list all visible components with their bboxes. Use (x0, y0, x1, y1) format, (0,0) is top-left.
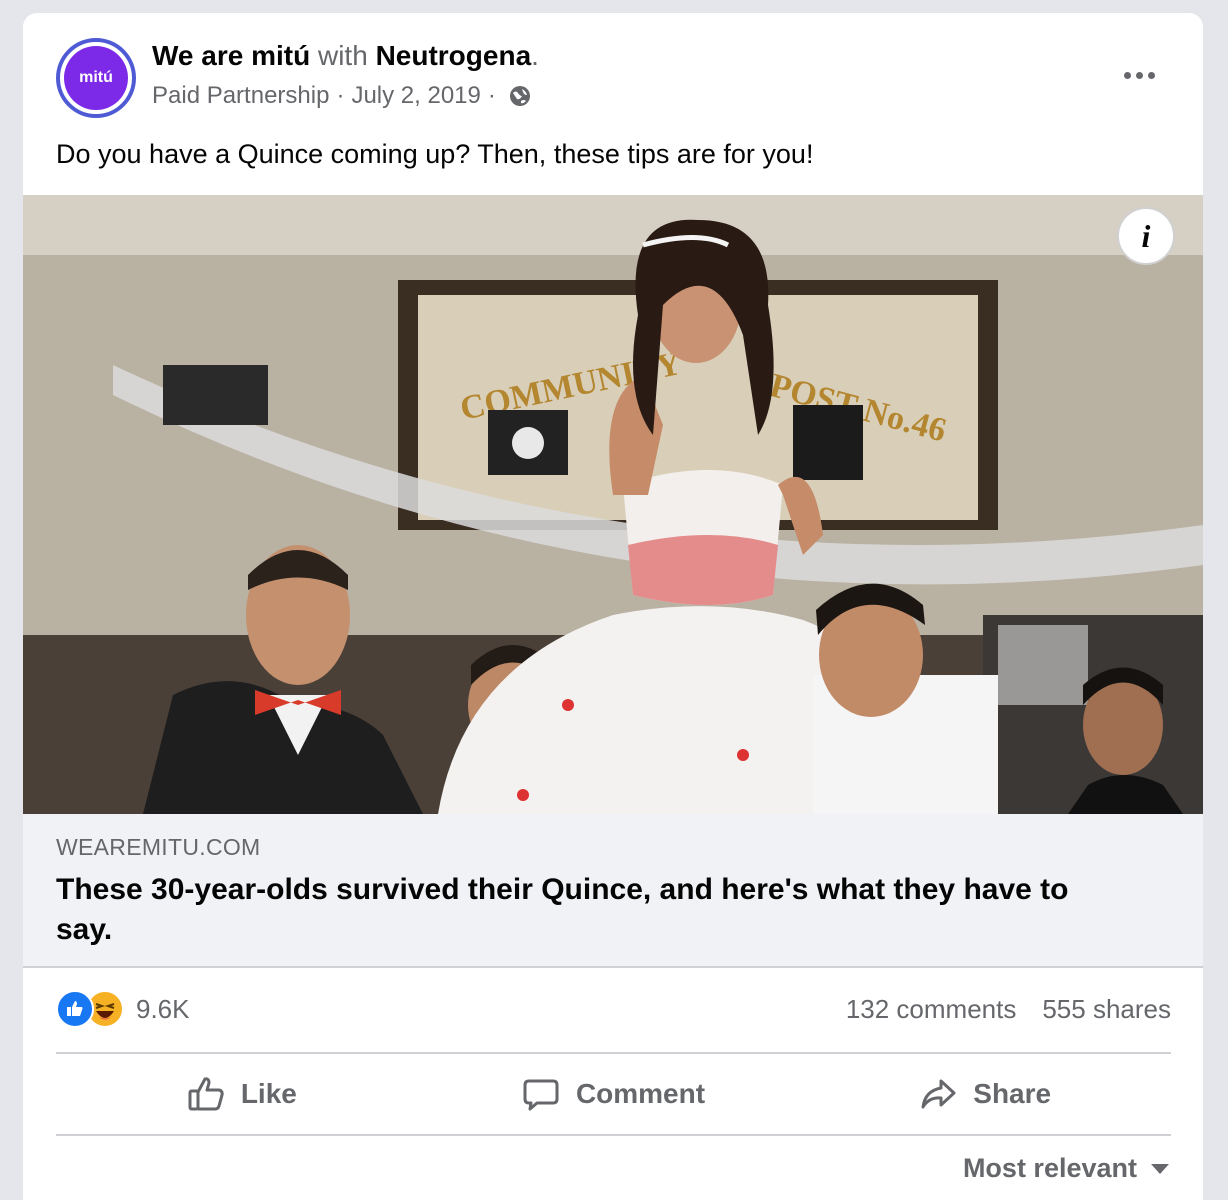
header-period: . (531, 40, 539, 71)
post-card: mitú We are mitú with Neutrogena. Paid P… (23, 13, 1203, 1200)
engagement-stats: 9.6K 132 comments 555 shares (56, 990, 1171, 1034)
quinceanera-photo: COMMUNITY POST No.46 (23, 195, 1203, 814)
like-label: Like (240, 1078, 297, 1109)
comment-sort-dropdown[interactable]: Most relevant (963, 1153, 1169, 1184)
shares-count[interactable]: 555 shares (1042, 994, 1171, 1025)
reaction-count: 9.6K (136, 993, 190, 1024)
post-photo[interactable]: COMMUNITY POST No.46 i (23, 195, 1203, 814)
meta-separator: · (336, 82, 345, 109)
comment-button[interactable]: Comment (428, 1054, 800, 1134)
comment-label: Comment (575, 1078, 706, 1109)
sort-label: Most relevant (962, 1153, 1137, 1183)
post-actions: Like Comment Share (56, 1054, 1171, 1134)
author-name[interactable]: We are mitú (152, 40, 310, 71)
link-preview[interactable]: WEAREMITU.COM These 30-year-olds survive… (23, 814, 1203, 968)
info-button[interactable]: i (1117, 207, 1175, 265)
like-button[interactable]: Like (56, 1054, 428, 1134)
globe-icon (509, 86, 530, 106)
post-text: Do you have a Quince coming up? Then, th… (56, 139, 814, 169)
dot (1147, 71, 1155, 79)
comment-share-counts: 132 comments 555 shares (846, 994, 1171, 1025)
dot (1123, 71, 1131, 79)
post-meta: Paid Partnership · July 2, 2019 · (152, 80, 532, 112)
share-label: Share (973, 1078, 1052, 1109)
partner-name[interactable]: Neutrogena (376, 40, 532, 71)
paid-partnership-label[interactable]: Paid Partnership (152, 80, 329, 112)
share-button[interactable]: Share (799, 1054, 1171, 1134)
post-date[interactable]: July 2, 2019 (351, 80, 480, 112)
avatar-logo: mitú (64, 46, 128, 110)
divider (56, 1134, 1171, 1136)
thumbs-up-outline-icon (188, 1077, 224, 1111)
comment-bubble-icon (523, 1079, 559, 1111)
post-header: We are mitú with Neutrogena. (152, 39, 539, 73)
comments-count[interactable]: 132 comments (846, 994, 1017, 1025)
link-title[interactable]: These 30-year-olds survived their Quince… (56, 870, 1116, 950)
link-domain: WEAREMITU.COM (56, 834, 261, 860)
dot (1135, 71, 1143, 79)
with-label: with (317, 40, 368, 71)
share-arrow-icon (921, 1079, 956, 1109)
like-reaction-icon (56, 990, 94, 1028)
meta-separator: · (487, 82, 496, 109)
reactions-summary[interactable]: 9.6K (56, 990, 190, 1028)
caret-down-icon (1151, 1163, 1169, 1174)
more-options-button[interactable] (1117, 61, 1161, 89)
thumbs-up-icon (67, 1001, 83, 1016)
page-avatar[interactable]: mitú (56, 38, 136, 118)
